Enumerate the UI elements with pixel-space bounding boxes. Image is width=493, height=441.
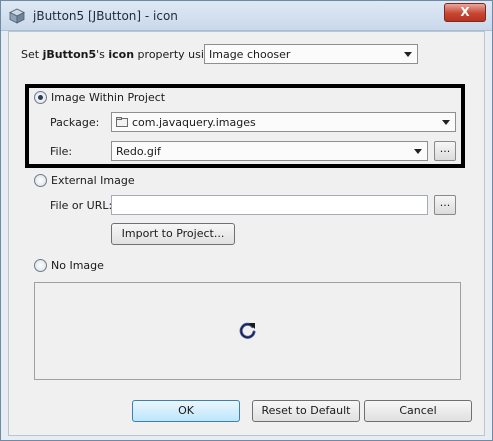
package-select-value: com.javaquery.images — [132, 116, 256, 129]
image-preview-panel — [34, 282, 461, 380]
file-select[interactable]: Redo.gif — [111, 141, 428, 161]
import-to-project-button[interactable]: Import to Project... — [111, 223, 235, 245]
no-image-label: No Image — [51, 259, 104, 272]
image-within-project-radio[interactable] — [34, 91, 47, 104]
url-browse-button[interactable]: ... — [434, 195, 456, 215]
content-pane: Set jButton5's icon property using: Imag… — [8, 31, 485, 436]
property-label: Set jButton5's icon property using: — [21, 48, 222, 61]
package-label: Package: — [50, 116, 100, 129]
bean-cube-icon — [9, 8, 25, 24]
file-label: File: — [50, 145, 73, 158]
file-or-url-input[interactable] — [111, 195, 428, 215]
cancel-button[interactable]: Cancel — [364, 400, 472, 422]
title-bar[interactable]: jButton5 [JButton] - icon X — [1, 1, 492, 31]
chooser-select-value: Image chooser — [209, 48, 291, 61]
chevron-down-icon — [414, 149, 422, 154]
external-image-radio[interactable] — [34, 174, 47, 187]
image-within-project-label: Image Within Project — [51, 91, 166, 104]
window-title: jButton5 [JButton] - icon — [33, 9, 178, 23]
external-image-label: External Image — [51, 174, 135, 187]
file-select-value: Redo.gif — [116, 145, 161, 158]
chevron-down-icon — [404, 52, 412, 57]
package-select[interactable]: com.javaquery.images — [111, 112, 456, 132]
file-browse-button[interactable]: ... — [434, 141, 456, 161]
file-or-url-label: File or URL: — [50, 199, 113, 212]
package-icon — [116, 117, 128, 127]
reset-to-default-button[interactable]: Reset to Default — [252, 400, 360, 422]
close-button[interactable]: X — [444, 3, 486, 22]
dialog-window: jButton5 [JButton] - icon X Set jButton5… — [0, 0, 493, 441]
chevron-down-icon — [442, 120, 450, 125]
ok-button[interactable]: OK — [132, 400, 240, 422]
no-image-radio[interactable] — [34, 259, 47, 272]
redo-icon — [239, 322, 256, 339]
chooser-select[interactable]: Image chooser — [204, 44, 418, 64]
